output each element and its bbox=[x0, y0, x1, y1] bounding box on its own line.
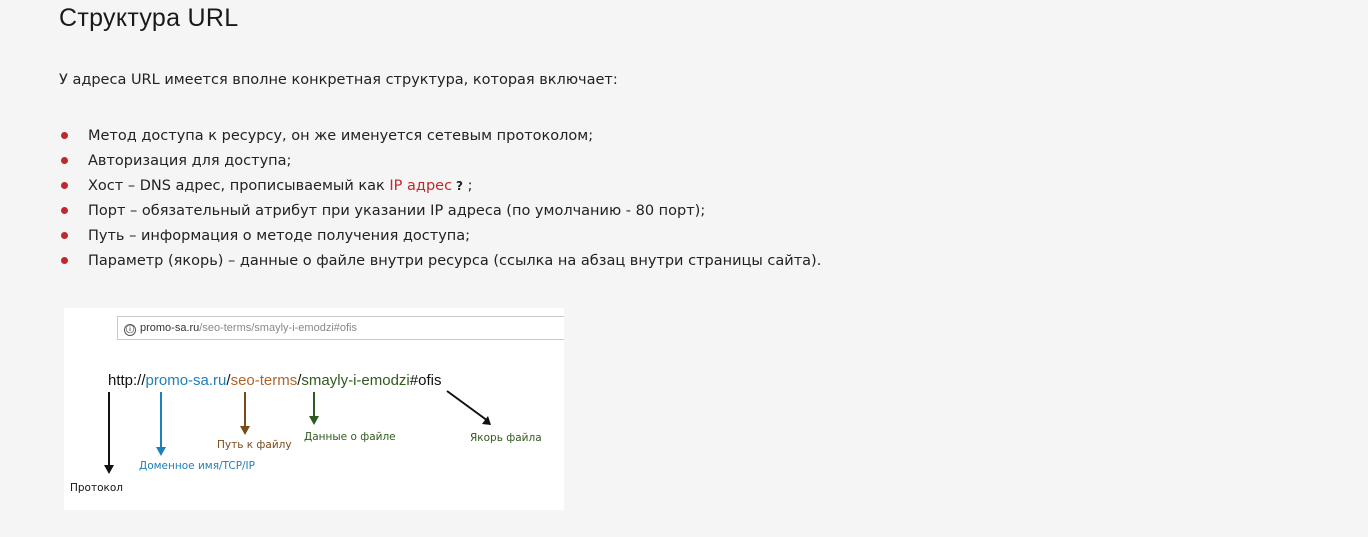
protocol-label: Протокол bbox=[70, 482, 124, 494]
path-arrowhead bbox=[240, 426, 250, 435]
page-title: Структура URL bbox=[59, 4, 239, 32]
anchor-label: Якорь файла bbox=[470, 432, 542, 444]
list-item: Путь – информация о методе получения дос… bbox=[59, 226, 821, 251]
bullet-icon bbox=[61, 182, 68, 189]
path-label: Путь к файлу bbox=[217, 439, 292, 451]
file-arrowhead bbox=[309, 416, 319, 425]
intro-paragraph: У адреса URL имеется вполне конкретная с… bbox=[59, 72, 618, 88]
ip-address-link[interactable]: IP адрес bbox=[389, 178, 452, 194]
list-item: Метод доступа к ресурсу, он же именуется… bbox=[59, 126, 821, 151]
list-item-text: Параметр (якорь) – данные о файле внутри… bbox=[88, 253, 822, 269]
file-label: Данные о файле bbox=[304, 431, 396, 443]
domain-label: Доменное имя/TCP/IP bbox=[139, 460, 255, 472]
list-item: Порт – обязательный атрибут при указании… bbox=[59, 201, 821, 226]
page: Структура URL У адреса URL имеется вполн… bbox=[0, 0, 1368, 537]
url-structure-list: Метод доступа к ресурсу, он же именуется… bbox=[59, 126, 821, 276]
list-item-text: Порт – обязательный атрибут при указании… bbox=[88, 203, 706, 219]
list-item: Хост – DNS адрес, прописываемый как IP а… bbox=[59, 176, 821, 201]
list-item: Авторизация для доступа; bbox=[59, 151, 821, 176]
list-item-text: Метод доступа к ресурсу, он же именуется… bbox=[88, 128, 594, 144]
list-item-text: ; bbox=[463, 178, 473, 194]
list-item-text: Авторизация для доступа; bbox=[88, 153, 292, 169]
list-item-text: Путь – информация о методе получения дос… bbox=[88, 228, 471, 244]
url-structure-diagram: ⓘ promo-sa.ru/seo-terms/smayly-i-emodzi#o… bbox=[64, 308, 564, 510]
list-item-text: Хост – DNS адрес, прописываемый как bbox=[88, 178, 390, 194]
diagram-arrows bbox=[104, 390, 491, 474]
help-icon[interactable]: ? bbox=[456, 179, 463, 193]
domain-arrowhead bbox=[156, 447, 166, 456]
anchor-arrow bbox=[446, 390, 489, 422]
protocol-arrowhead bbox=[104, 465, 114, 474]
bullet-icon bbox=[61, 132, 68, 139]
bullet-icon bbox=[61, 257, 68, 264]
list-item: Параметр (якорь) – данные о файле внутри… bbox=[59, 251, 821, 276]
bullet-icon bbox=[61, 232, 68, 239]
bullet-icon bbox=[61, 207, 68, 214]
bullet-icon bbox=[61, 157, 68, 164]
